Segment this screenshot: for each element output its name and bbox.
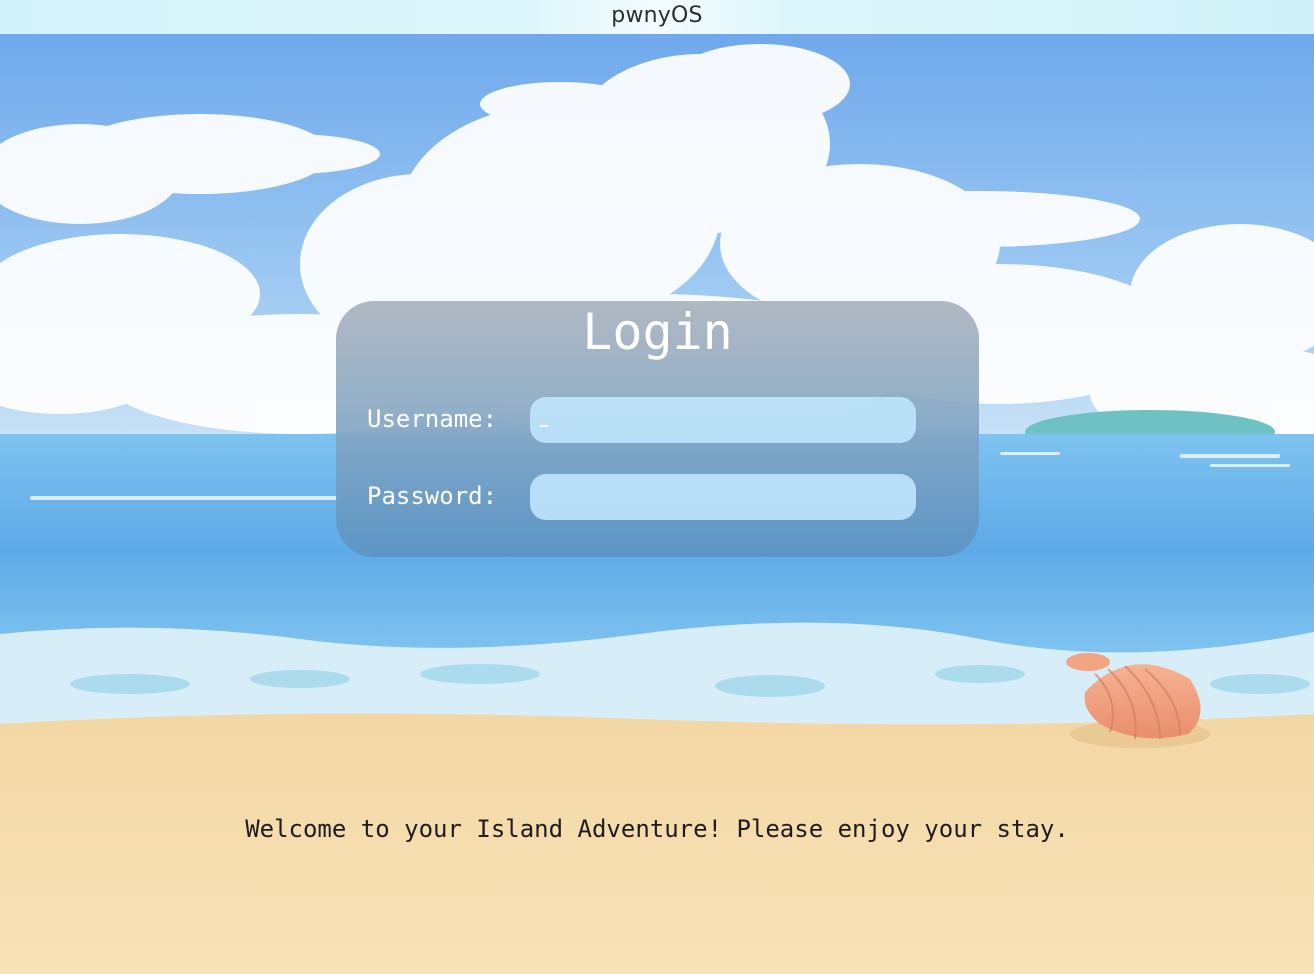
text-cursor (540, 425, 548, 427)
title-bar: pwnyOS (0, 0, 1314, 34)
password-label: Password: (367, 482, 498, 510)
welcome-message: Welcome to your Island Adventure! Please… (245, 815, 1069, 843)
desktop-screen: pwnyOS Login Username: Password: Welcome… (0, 0, 1314, 974)
password-input[interactable] (530, 474, 916, 520)
username-label: Username: (367, 405, 498, 433)
username-input[interactable] (530, 397, 916, 443)
login-title: Login (582, 303, 733, 361)
window-title: pwnyOS (611, 3, 703, 28)
login-panel: Login Username: Password: (336, 301, 979, 557)
